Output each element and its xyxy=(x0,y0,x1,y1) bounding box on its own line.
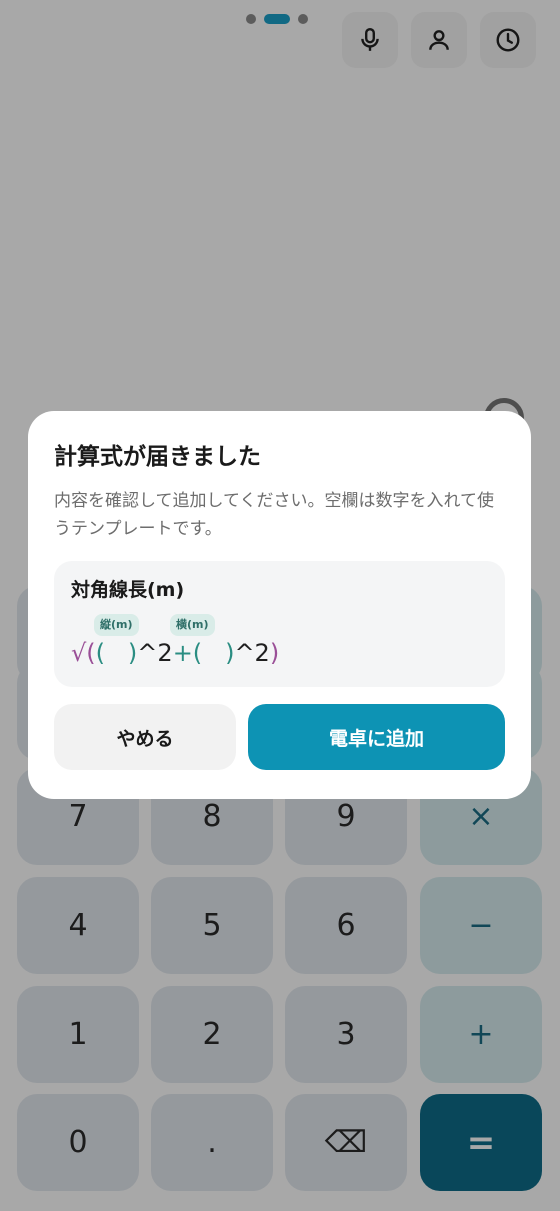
variable-chip-width: 横(m) xyxy=(170,614,215,636)
expr-plus: + xyxy=(172,639,193,667)
expr-paren-open: ( xyxy=(95,639,106,667)
expr-sqrt-close: ) xyxy=(269,639,280,667)
dialog-title: 計算式が届きました xyxy=(54,444,261,470)
expr-power: ^2 xyxy=(234,639,270,667)
expr-sqrt-open: √( xyxy=(71,639,96,667)
formula-card: 対角線長(m) 縦(m) 横(m) √(( )^2+( )^2) xyxy=(54,561,505,687)
formula-expression: √(( )^2+( )^2) xyxy=(71,639,279,667)
variable-chip-height: 縦(m) xyxy=(94,614,139,636)
expr-power: ^2 xyxy=(137,639,173,667)
blank-slot-width xyxy=(202,639,225,667)
cancel-button[interactable]: やめる xyxy=(54,704,236,770)
expr-paren-close: ) xyxy=(127,639,138,667)
add-to-calculator-button[interactable]: 電卓に追加 xyxy=(248,704,505,770)
formula-name: 対角線長(m) xyxy=(71,579,185,601)
expr-paren-open: ( xyxy=(192,639,203,667)
blank-slot-height xyxy=(105,639,128,667)
formula-received-dialog: 計算式が届きました 内容を確認して追加してください。空欄は数字を入れて使うテンプ… xyxy=(28,411,531,799)
dialog-description: 内容を確認して追加してください。空欄は数字を入れて使うテンプレートです。 xyxy=(54,491,494,539)
